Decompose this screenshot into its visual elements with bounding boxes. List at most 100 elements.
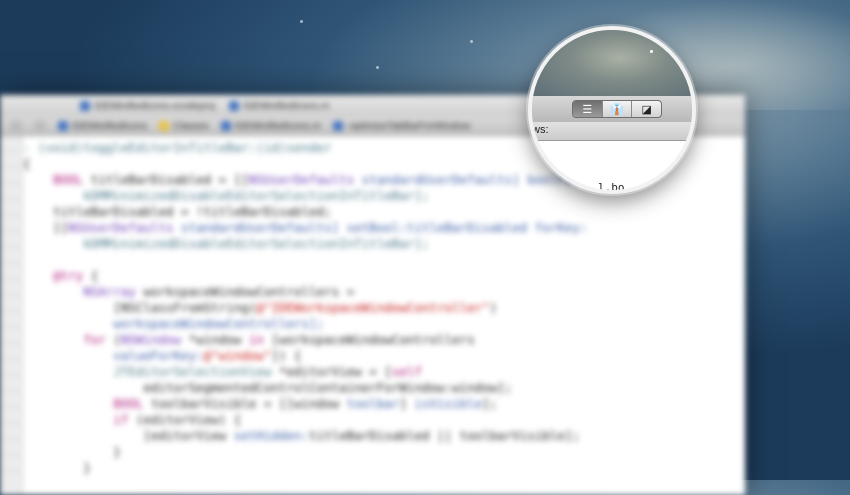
folder-icon (159, 121, 170, 131)
code-line[interactable]: } (23, 444, 745, 460)
code-token: ) (489, 300, 498, 315)
code-token: ( (105, 332, 121, 347)
code-line[interactable] (23, 252, 745, 268)
code-token: - (void)toggleEditorInTitleBar:(id)sende… (23, 140, 332, 155)
gutter-line (3, 264, 19, 280)
code-token: ] (399, 396, 415, 411)
code-token: titleBarDisabled = !titleBarDisabled; (23, 204, 332, 219)
back-button[interactable] (10, 121, 22, 131)
assistant-editor-icon[interactable]: 👔 (603, 101, 633, 117)
code-token: *editorView = [ (271, 364, 392, 379)
code-token: kDMMinimizedDisableEditorSelectionInTitl… (23, 188, 430, 203)
gutter-line (3, 248, 19, 264)
code-token: NSWindow (120, 332, 182, 347)
code-token: } (23, 460, 91, 475)
code-token: ]) { (271, 348, 302, 363)
code-line[interactable]: kDMMinimizedDisableEditorSelectionInTitl… (23, 236, 745, 252)
lens-toolbar: ☰ 👔 ◪ (532, 96, 692, 123)
gutter-line (3, 408, 19, 424)
gutter-line (3, 392, 19, 408)
code-token: [[ (23, 220, 69, 235)
file-icon (220, 121, 231, 131)
gutter-line (3, 328, 19, 344)
gutter-line (3, 360, 19, 376)
gutter-line (3, 184, 19, 200)
code-token: BOOL (113, 396, 144, 411)
code-line[interactable]: [editorView setHidden:titleBarDisabled |… (23, 428, 745, 444)
magnifier-lens: ☰ 👔 ◪ ws: l.bo (528, 26, 696, 194)
tab-source-file[interactable]: IDEMinifiedIcons.m (229, 101, 329, 112)
code-line[interactable]: workspaceWindowControllers]; (23, 316, 745, 332)
gutter-line (3, 424, 19, 440)
breadcrumb-method[interactable]: -optimizeTabBarForWindow: (332, 121, 472, 132)
gutter-line (3, 440, 19, 456)
code-token: setHidden: (233, 428, 309, 443)
method-icon (332, 121, 343, 131)
code-token: @"window" (203, 348, 272, 363)
gutter-line (3, 168, 19, 184)
code-token: [editorView (23, 428, 234, 443)
code-token: toolbar (346, 396, 400, 411)
code-line[interactable]: } (23, 460, 745, 476)
code-line[interactable]: NSArray workspaceWindowControllers = (23, 284, 745, 300)
code-token: [workspaceWindowControllers (263, 332, 475, 347)
code-line[interactable]: for (NSWindow *window in [workspaceWindo… (23, 332, 745, 348)
project-icon (80, 101, 90, 111)
gutter-line (3, 344, 19, 360)
code-line[interactable]: kDMMinimizedDisableEditorSelectionInTitl… (23, 188, 745, 204)
gutter-line (3, 200, 19, 216)
breadcrumb-file[interactable]: IDEMinifiedIcons.m (220, 121, 321, 132)
code-token: workspaceWindowControllers = (135, 284, 355, 299)
code-token: in (248, 332, 264, 347)
editor-mode-segmented-control[interactable]: ☰ 👔 ◪ (572, 100, 662, 118)
standard-editor-icon[interactable]: ☰ (573, 101, 603, 117)
breadcrumb-project[interactable]: IDEMinifiedIcons (58, 121, 147, 132)
code-token: *window (181, 332, 249, 347)
gutter-line (3, 376, 19, 392)
gutter-line (3, 232, 19, 248)
code-token: } (23, 444, 121, 459)
tab-project[interactable]: IDEMinifiedIcons.xcodeproj (80, 101, 215, 112)
code-line[interactable]: @try { (23, 268, 745, 284)
file-icon (229, 101, 240, 111)
code-line[interactable]: valueForKey:@"window"]) { (23, 348, 745, 364)
code-token: toolbarVisible = [[window (143, 396, 347, 411)
code-line[interactable]: [[NSUserDefaults standardUserDefaults] s… (23, 220, 745, 236)
code-token: self (391, 364, 422, 379)
code-line[interactable]: if (editorView) { (23, 412, 745, 428)
code-line[interactable]: titleBarDisabled = !titleBarDisabled; (23, 204, 745, 220)
forward-button[interactable] (34, 121, 46, 131)
code-token: [NSClassFromString( (23, 300, 257, 315)
code-token: if (113, 412, 129, 427)
code-line[interactable]: [NSClassFromString(@"IDEWorkspaceWindowC… (23, 300, 745, 316)
code-token: isVisible (414, 396, 483, 411)
line-gutter (0, 136, 23, 494)
code-token: kDMMinimizedDisableEditorSelectionInTitl… (23, 236, 430, 251)
code-token: NSUserDefaults (248, 172, 355, 187)
code-token: { (23, 156, 31, 171)
version-editor-icon[interactable]: ◪ (632, 101, 661, 117)
gutter-line (3, 152, 19, 168)
code-token: JTEditorSelectionView (113, 364, 272, 379)
lens-path-bar: ws: (532, 122, 692, 141)
code-line[interactable]: JTEditorSelectionView *editorView = [sel… (23, 364, 745, 380)
code-line[interactable]: BOOL toolbarVisible = [[window toolbar] … (23, 396, 745, 412)
gutter-line (3, 216, 19, 232)
code-token: { (83, 268, 99, 283)
code-token: BOOL (53, 172, 84, 187)
code-token: for (83, 332, 106, 347)
star (470, 40, 473, 43)
code-token: titleBarDisabled || toolbarVisible]; (308, 428, 580, 443)
breadcrumb-group[interactable]: Classes (159, 121, 209, 132)
gutter-line (3, 136, 19, 152)
code-token: standardUserDefaults] setBool:titleBarDi… (173, 220, 588, 235)
lens-desktop-sky (532, 30, 692, 100)
code-token: valueForKey: (23, 348, 204, 363)
code-line[interactable]: editorSegmentedControlContainerForWindow… (23, 380, 745, 396)
code-token: NSUserDefaults (68, 220, 174, 235)
code-token: @try (53, 268, 84, 283)
